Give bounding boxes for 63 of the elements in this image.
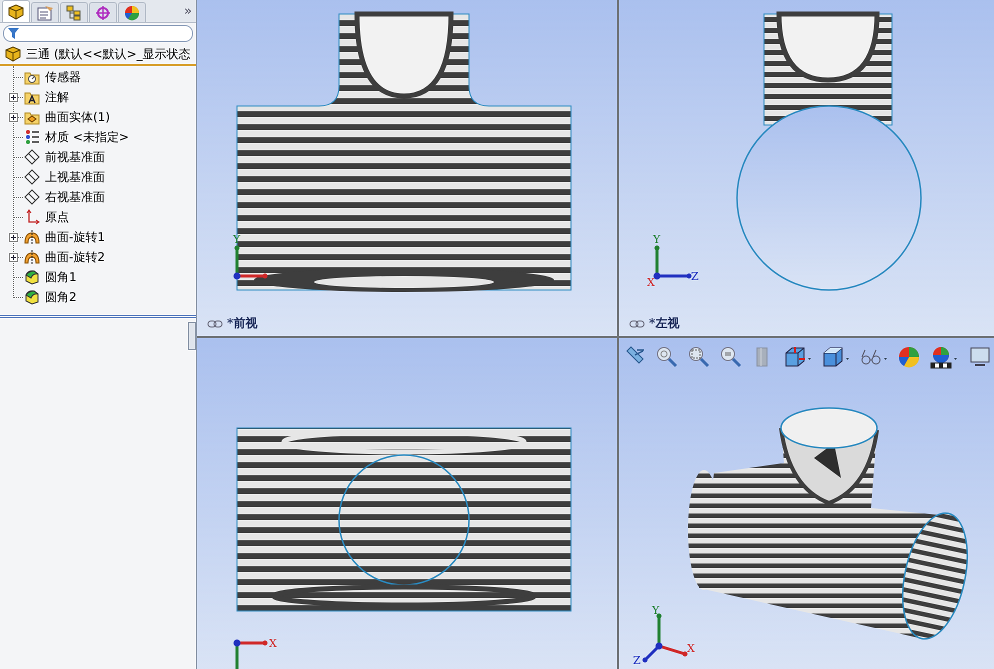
tree-root-label[interactable]: 三通 (默认<<默认>_显示状态 — [26, 46, 191, 62]
panel-collapse-handle[interactable] — [188, 322, 196, 350]
fillet-icon — [24, 269, 40, 285]
tree-item-label[interactable]: 右视基准面 — [45, 188, 105, 206]
filter-icon — [8, 28, 19, 39]
cube-arrows-icon[interactable] — [783, 345, 813, 369]
sphere-checker-icon[interactable] — [929, 345, 959, 369]
view-name-label: *前视 — [227, 315, 258, 332]
tree-item-label[interactable]: 圆角2 — [45, 288, 77, 306]
axis-triad-drawing — [234, 246, 268, 280]
part-icon — [4, 46, 22, 62]
tree-item-label[interactable]: 曲面-旋转1 — [45, 228, 105, 246]
zoom-fit-icon[interactable] — [655, 345, 679, 369]
tree-item-label[interactable]: 曲面-旋转2 — [45, 248, 105, 266]
zoom-icon[interactable] — [719, 345, 743, 369]
configuration-icon — [65, 4, 83, 20]
view-name-label: *左视 — [649, 315, 680, 332]
sphere-icon[interactable] — [897, 345, 921, 369]
revolve-icon — [24, 249, 40, 265]
zoom-area-icon[interactable] — [687, 345, 711, 369]
expand-toggle[interactable] — [9, 93, 18, 102]
axis-label: Y — [652, 604, 660, 617]
tree-item-label[interactable]: 传感器 — [45, 68, 81, 86]
tree-item-label[interactable]: 原点 — [45, 208, 69, 226]
tree-item-label[interactable]: 前视基准面 — [45, 148, 105, 166]
axis-label: X — [647, 276, 655, 289]
revolve-icon — [24, 229, 40, 245]
expand-toggle[interactable] — [9, 113, 18, 122]
plane-icon — [24, 169, 40, 185]
property-sheet-icon — [36, 4, 54, 20]
panel-tab[interactable] — [31, 2, 59, 22]
tree-item-label[interactable]: 圆角1 — [45, 268, 77, 286]
axis-label: Z — [633, 654, 641, 667]
plane-icon — [24, 189, 40, 205]
crosshair-icon — [94, 4, 112, 20]
tree-item-label[interactable]: 上视基准面 — [45, 168, 105, 186]
material-icon — [24, 129, 40, 145]
expand-toggle[interactable] — [9, 253, 18, 262]
color-wheel-icon — [123, 4, 141, 20]
axis-triad-drawing — [654, 246, 692, 280]
tree-item-label[interactable]: 注解 — [45, 88, 69, 106]
more-tabs-button[interactable]: » — [184, 4, 192, 18]
axis-label: X — [269, 637, 277, 650]
cube-icon[interactable] — [821, 345, 851, 369]
tree-item-label[interactable]: 材质 <未指定> — [45, 128, 129, 146]
expand-toggle[interactable] — [9, 233, 18, 242]
axis-triad-drawing — [234, 640, 268, 669]
panel-tab[interactable] — [89, 2, 117, 22]
axis-label: X — [687, 642, 695, 655]
origin-icon — [24, 209, 40, 225]
feature-tree-icon — [7, 4, 25, 20]
panel-tab[interactable] — [60, 2, 88, 22]
panel-tab[interactable] — [118, 2, 146, 22]
axis-label: Y — [653, 233, 660, 246]
panel-tab[interactable] — [2, 0, 30, 22]
plane-icon — [24, 149, 40, 165]
tree-item-label[interactable]: 曲面实体(1) — [45, 108, 110, 126]
fillet-icon — [24, 289, 40, 305]
link-icon — [629, 320, 645, 328]
axis-triad-drawing — [642, 614, 688, 662]
link-icon — [207, 320, 223, 328]
axis-label: Z — [691, 270, 699, 283]
filter-field[interactable] — [3, 25, 193, 42]
